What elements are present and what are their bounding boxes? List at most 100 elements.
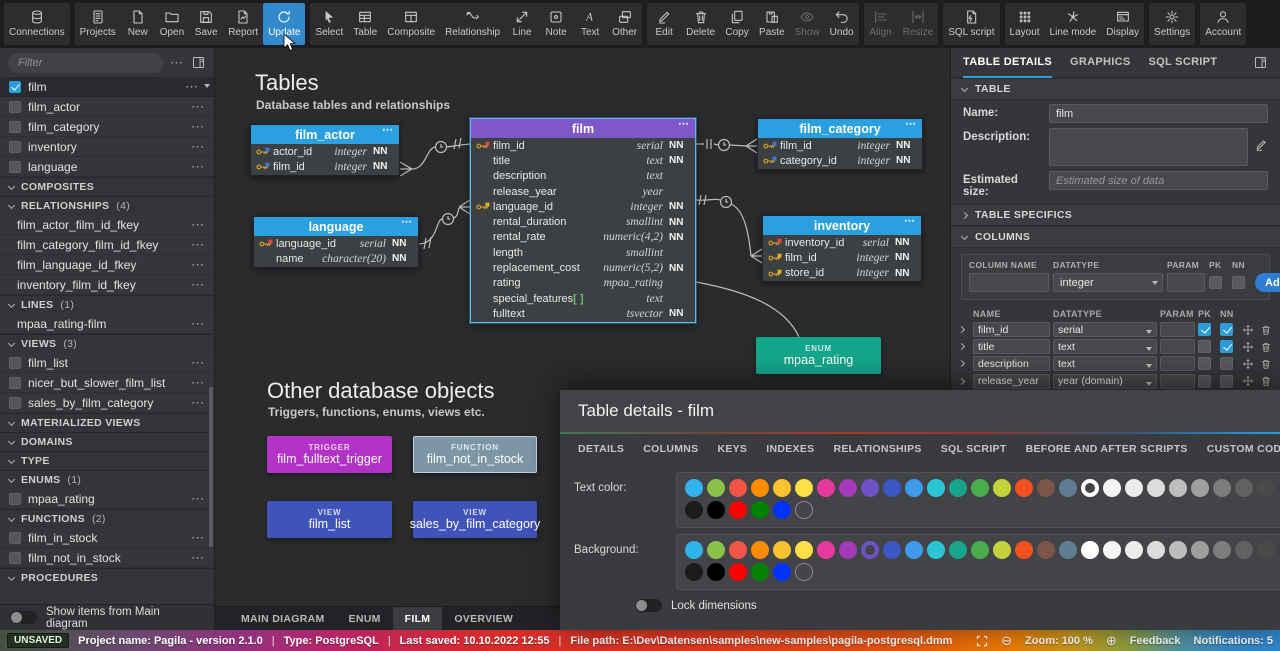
panel-tab-graphics[interactable]: GRAPHICS: [1070, 48, 1130, 78]
color-swatch[interactable]: [1213, 541, 1231, 559]
color-swatch[interactable]: [1213, 479, 1231, 497]
item-menu-icon[interactable]: ⋯: [191, 492, 205, 505]
toolbar-button-account[interactable]: Account: [1200, 3, 1246, 45]
sidebar-item-film-actor-film-id-fkey[interactable]: film_actor_film_id_fkey⋯: [0, 215, 214, 235]
table-film-actor[interactable]: film_actor⋯actor_idintegerNNfilm_idinteg…: [250, 124, 400, 176]
color-swatch[interactable]: [685, 541, 703, 559]
move-row-icon[interactable]: [1242, 324, 1254, 336]
color-swatch[interactable]: [839, 541, 857, 559]
color-swatch[interactable]: [905, 541, 923, 559]
new-column-datatype-select[interactable]: integer: [1053, 273, 1163, 292]
column-row-language-id[interactable]: language_idserialNN: [254, 236, 418, 251]
item-checkbox[interactable]: [9, 121, 21, 133]
table-film-category[interactable]: film_category⋯film_idintegerNNcategory_i…: [757, 118, 923, 170]
item-checkbox[interactable]: [9, 493, 21, 505]
toolbar-button-other[interactable]: Other: [607, 3, 642, 45]
item-menu-icon[interactable]: ⋯: [191, 531, 205, 544]
toolbar-button-resize[interactable]: Resize: [898, 3, 939, 45]
color-swatch[interactable]: [707, 501, 725, 519]
item-checkbox[interactable]: [9, 141, 21, 153]
color-swatch[interactable]: [1015, 479, 1033, 497]
table-header-language[interactable]: language⋯: [254, 217, 418, 236]
color-swatch[interactable]: [861, 479, 879, 497]
section-columns[interactable]: COLUMNS: [951, 226, 1280, 248]
color-swatch[interactable]: [1169, 479, 1187, 497]
color-swatch[interactable]: [883, 541, 901, 559]
table-header-film-category[interactable]: film_category⋯: [758, 119, 922, 138]
toolbar-button-connections[interactable]: Connections: [4, 3, 70, 45]
toolbar-button-line[interactable]: Line: [505, 3, 539, 45]
column-row-rating[interactable]: ratingmpaa_rating: [471, 276, 695, 291]
color-swatch[interactable]: [1081, 541, 1099, 559]
add-column-button[interactable]: Add: [1255, 273, 1280, 292]
column-name-input[interactable]: [973, 374, 1050, 389]
column-datatype-select[interactable]: text: [1053, 339, 1157, 354]
item-menu-icon[interactable]: ⋯: [191, 160, 205, 173]
item-checkbox[interactable]: [9, 532, 21, 544]
section-table[interactable]: TABLE: [951, 78, 1280, 100]
color-swatch[interactable]: [1257, 479, 1275, 497]
sidebar-item-mpaa-rating[interactable]: mpaa_rating⋯: [0, 489, 214, 509]
column-row-film-id[interactable]: film_idintegerNN: [251, 159, 399, 174]
fit-to-screen-icon[interactable]: [976, 635, 988, 647]
table-menu-icon[interactable]: ⋯: [905, 119, 917, 130]
row-expander-icon[interactable]: [958, 326, 965, 333]
column-name-input[interactable]: [973, 322, 1050, 337]
color-swatch[interactable]: [795, 541, 813, 559]
item-menu-icon[interactable]: ⋯: [191, 376, 205, 389]
table-header-film[interactable]: film⋯: [471, 119, 695, 138]
color-swatch[interactable]: [993, 479, 1011, 497]
move-row-icon[interactable]: [1242, 341, 1254, 353]
item-checkbox[interactable]: [9, 377, 21, 389]
section-table-specifics[interactable]: TABLE SPECIFICS: [951, 204, 1280, 226]
filter-input[interactable]: [18, 57, 153, 69]
move-row-icon[interactable]: [1242, 375, 1254, 387]
color-swatch[interactable]: [1059, 541, 1077, 559]
toolbar-button-sql-script[interactable]: SQL script: [943, 3, 999, 45]
sidebar-section-procedures[interactable]: PROCEDURES: [0, 568, 214, 587]
table-header-inventory[interactable]: inventory⋯: [763, 216, 921, 235]
sidebar-item-film-category-film-id-fkey[interactable]: film_category_film_id_fkey⋯: [0, 235, 214, 255]
object-view-film-list[interactable]: VIEWfilm_list: [267, 501, 392, 538]
row-expander-icon[interactable]: [958, 360, 965, 367]
item-menu-icon[interactable]: ⋯: [191, 218, 205, 231]
sidebar-section-materialized-views[interactable]: MATERIALIZED VIEWS: [0, 413, 214, 432]
pk-checkbox[interactable]: [1198, 340, 1211, 353]
color-swatch[interactable]: [1169, 541, 1187, 559]
toolbar-button-line-mode[interactable]: Line mode: [1045, 3, 1102, 45]
toolbar-button-settings[interactable]: Settings: [1149, 3, 1195, 45]
color-swatch[interactable]: [729, 541, 747, 559]
color-swatch[interactable]: [1037, 541, 1055, 559]
dialog-tab-before-and-after-scripts[interactable]: BEFORE AND AFTER SCRIPTS: [1026, 434, 1188, 467]
color-swatch[interactable]: [927, 479, 945, 497]
toolbar-button-table[interactable]: Table: [348, 3, 382, 45]
dialog-tab-details[interactable]: DETAILS: [578, 434, 624, 467]
move-row-icon[interactable]: [1242, 358, 1254, 370]
sidebar-item-language[interactable]: language⋯: [0, 157, 214, 177]
sidebar-section-views[interactable]: VIEWS(3): [0, 334, 214, 353]
item-checkbox[interactable]: [9, 101, 21, 113]
color-swatch[interactable]: [1059, 479, 1077, 497]
color-swatch[interactable]: [1015, 541, 1033, 559]
column-datatype-select[interactable]: serial: [1053, 322, 1157, 337]
toolbar-button-text[interactable]: AText: [573, 3, 607, 45]
sidebar-section-domains[interactable]: DOMAINS: [0, 432, 214, 451]
item-checkbox[interactable]: [9, 357, 21, 369]
filter-box[interactable]: [8, 53, 163, 73]
sidebar-item-film-list[interactable]: film_list⋯: [0, 353, 214, 373]
dialog-tab-relationships[interactable]: RELATIONSHIPS: [833, 434, 921, 467]
sidebar-item-inventory-film-id-fkey[interactable]: inventory_film_id_fkey⋯: [0, 275, 214, 295]
item-menu-icon[interactable]: ⋯: [185, 80, 199, 93]
color-swatch[interactable]: [729, 563, 747, 581]
item-menu-icon[interactable]: ⋯: [191, 238, 205, 251]
column-datatype-select[interactable]: text: [1053, 356, 1157, 371]
pk-checkbox[interactable]: [1198, 357, 1211, 370]
toolbar-button-edit[interactable]: Edit: [647, 3, 681, 45]
sidebar-section-type[interactable]: TYPE: [0, 451, 214, 470]
color-swatch[interactable]: [971, 541, 989, 559]
table-menu-icon[interactable]: ⋯: [401, 217, 413, 228]
column-row-inventory-id[interactable]: inventory_idserialNN: [763, 235, 921, 250]
color-swatch[interactable]: [839, 479, 857, 497]
color-swatch[interactable]: [1125, 479, 1143, 497]
color-swatch[interactable]: [905, 479, 923, 497]
